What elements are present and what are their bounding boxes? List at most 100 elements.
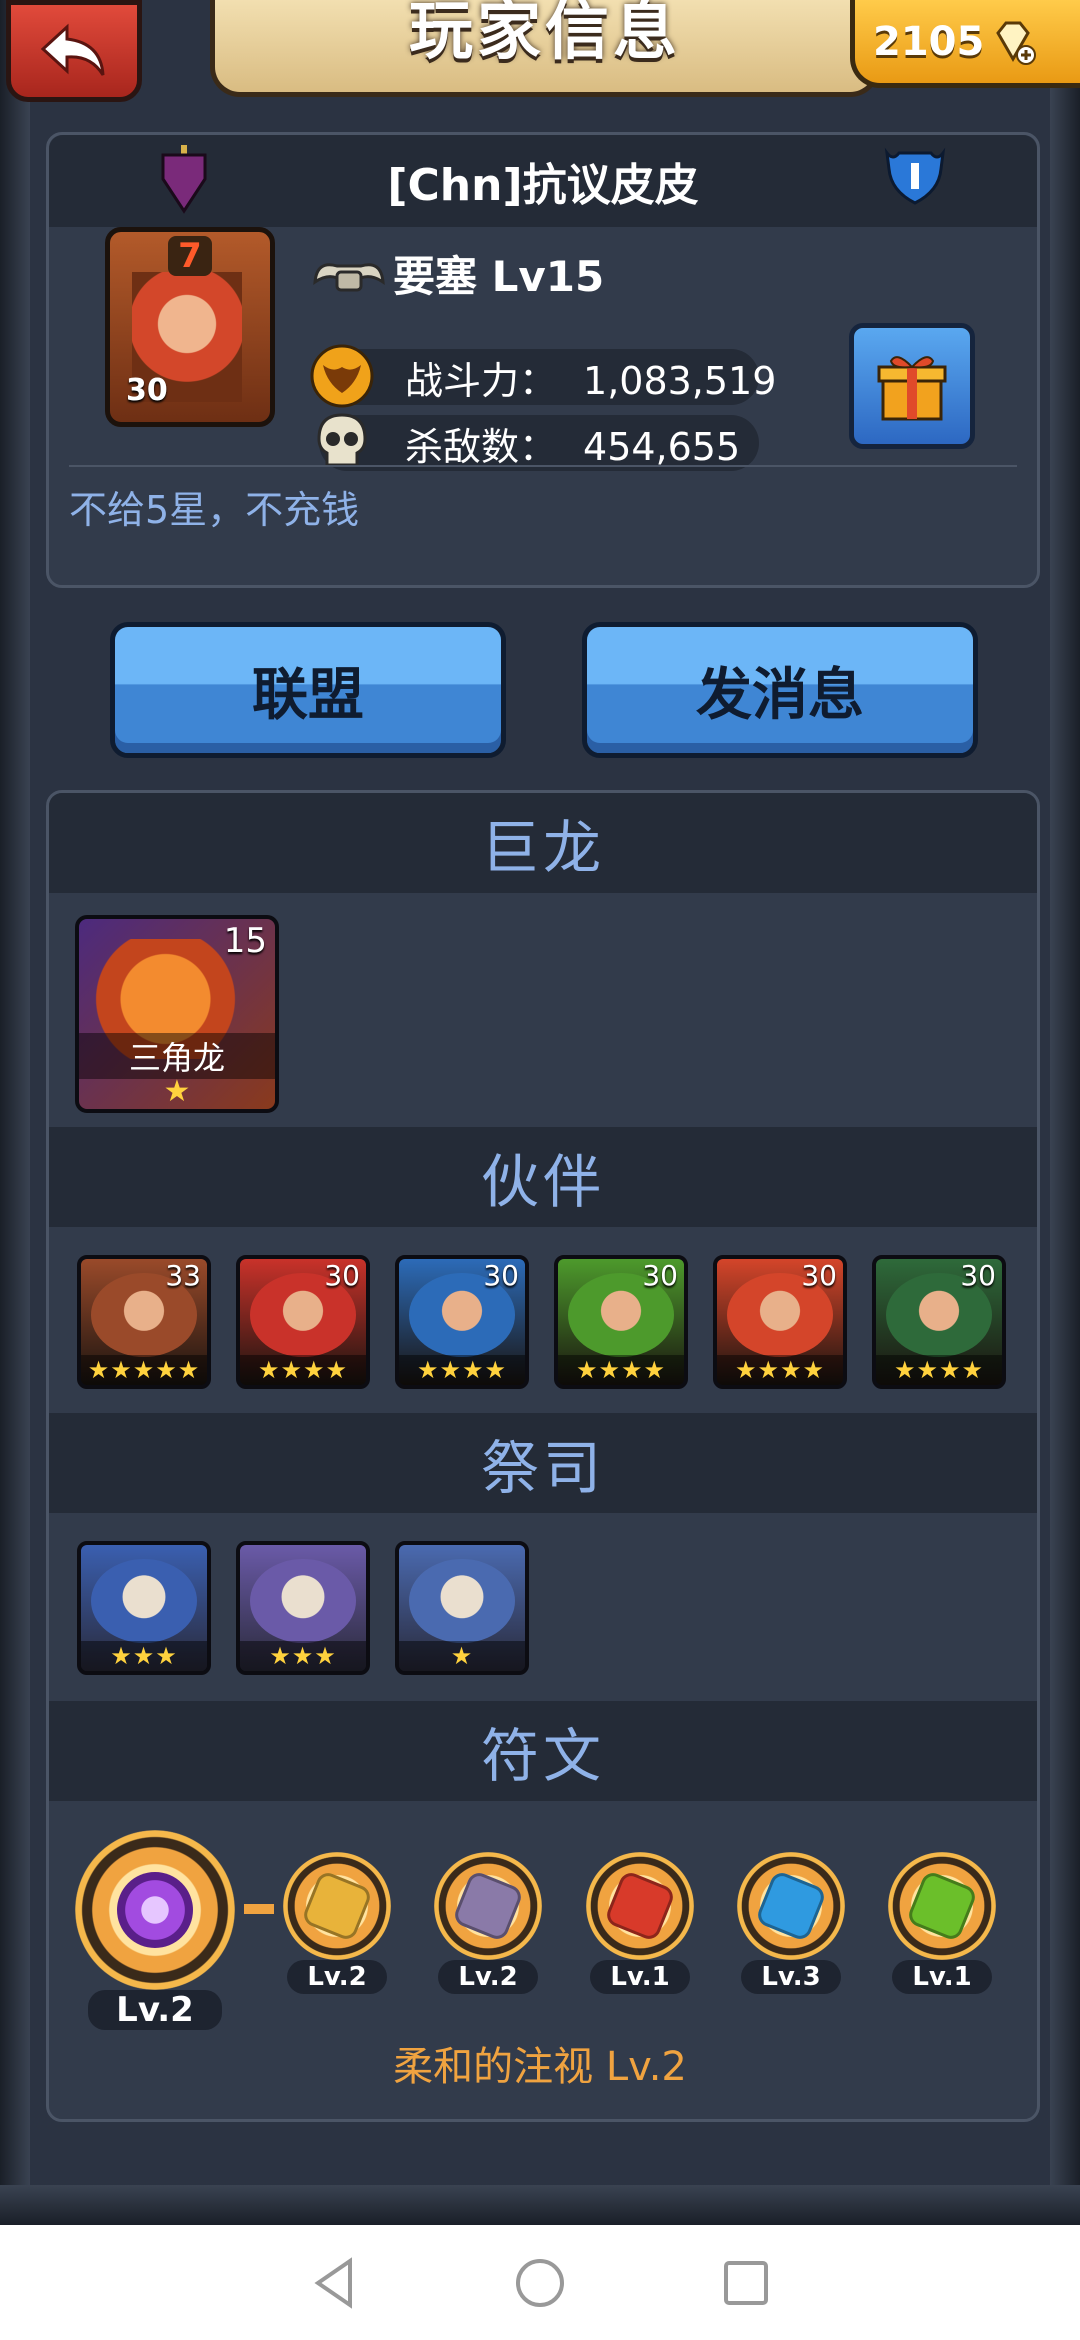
rune-gem <box>586 1852 694 1960</box>
back-button[interactable] <box>6 0 142 102</box>
stone-frame-right <box>1050 0 1080 2225</box>
nav-recents-icon[interactable] <box>718 2255 774 2311</box>
pennant-icon <box>161 145 207 214</box>
rune-level: Lv.1 <box>590 1960 690 1994</box>
player-avatar[interactable]: 7 30 <box>105 227 275 427</box>
power-stat: 战斗力： 1,083,519 <box>310 344 776 408</box>
rune-slot[interactable]: Lv.2 <box>428 1852 548 1994</box>
priest-portrait <box>250 1559 356 1643</box>
dragon-level: 15 <box>223 921 267 961</box>
priest-card[interactable]: ★ <box>395 1541 529 1675</box>
partner-card[interactable]: 33 ★★★★★ <box>77 1255 211 1389</box>
partner-card[interactable]: 30 ★★★★ <box>236 1255 370 1389</box>
partner-stars: ★★★★ <box>240 1355 366 1385</box>
rune-slot[interactable]: Lv.3 <box>731 1852 851 1994</box>
partner-level: 30 <box>324 1259 360 1292</box>
back-arrow-icon <box>40 23 105 76</box>
dragon-section-header: 巨龙 <box>49 793 1037 893</box>
rune-main-level: Lv.2 <box>88 1990 222 2030</box>
partner-stars: ★★★★ <box>717 1355 843 1385</box>
send-message-button-label: 发消息 <box>696 662 864 728</box>
rune-gem <box>434 1852 542 1960</box>
android-nav-bar <box>0 2225 1080 2340</box>
dragon-name: 三角龙 <box>79 1033 275 1079</box>
rune-gem <box>283 1852 391 1960</box>
kills-stat: 杀敌数： 454,655 <box>317 413 759 471</box>
player-motto: 不给5星，不充钱 <box>69 488 360 532</box>
nav-home-icon[interactable] <box>512 2255 568 2311</box>
dragon-stars: ★ <box>163 1074 191 1109</box>
rune-level: Lv.1 <box>892 1960 992 1994</box>
priests-section-title: 祭司 <box>480 1434 605 1502</box>
dragon-card[interactable]: 15 三角龙 ★ <box>75 915 279 1113</box>
power-value: 1,083,519 <box>583 358 777 403</box>
partner-level: 30 <box>801 1259 837 1292</box>
dragon-section-title: 巨龙 <box>480 814 605 882</box>
rune-link-bar <box>244 1904 274 1914</box>
partner-card[interactable]: 30 ★★★★ <box>395 1255 529 1389</box>
stone-frame-left <box>0 0 30 2225</box>
partner-level: 33 <box>165 1259 201 1292</box>
rune-icon <box>451 1869 525 1943</box>
priest-stars: ★ <box>399 1641 525 1671</box>
partner-stars: ★★★★★ <box>81 1355 207 1385</box>
partner-level: 30 <box>642 1259 678 1292</box>
rune-slot[interactable]: Lv.1 <box>882 1852 1002 1994</box>
rune-icon <box>603 1869 677 1943</box>
priest-portrait <box>409 1559 515 1643</box>
rune-slot[interactable]: Lv.2 <box>277 1852 397 1994</box>
send-message-button[interactable]: 发消息 <box>582 622 978 758</box>
rune-icon <box>905 1869 979 1943</box>
rune-level: Lv.2 <box>287 1960 387 1994</box>
gift-button[interactable] <box>849 323 975 449</box>
avatar-level: 30 <box>126 373 168 408</box>
rune-description: 柔和的注视 Lv.2 <box>393 2044 687 2090</box>
card-divider <box>69 465 1017 467</box>
fortress-level: 要塞 Lv15 <box>393 252 605 301</box>
partner-card[interactable]: 30 ★★★★ <box>713 1255 847 1389</box>
priest-portrait <box>91 1559 197 1643</box>
partners-section-header: 伙伴 <box>49 1127 1037 1227</box>
diamond-icon <box>996 21 1037 65</box>
fortress-horn-icon <box>313 262 385 291</box>
gem-count: 2105 <box>873 18 985 65</box>
profile-card: [Chn]抗议皮皮 7 30 要塞 Lv15 战斗力： 1,083,519 杀敌数… <box>46 132 1040 588</box>
rune-slot[interactable]: Lv.1 <box>580 1852 700 1994</box>
rune-main-gem <box>75 1830 235 1990</box>
runes-section-header: 符文 <box>49 1701 1037 1801</box>
rune-icon <box>754 1869 828 1943</box>
priest-stars: ★★★ <box>240 1641 366 1671</box>
phoenix-icon <box>310 344 374 408</box>
partner-card[interactable]: 30 ★★★★ <box>872 1255 1006 1389</box>
rune-gem <box>888 1852 996 1960</box>
rune-level: Lv.2 <box>438 1960 538 1994</box>
rune-gem <box>737 1852 845 1960</box>
rune-icon <box>300 1869 374 1943</box>
alliance-button-label: 联盟 <box>252 662 364 728</box>
nav-back-icon[interactable] <box>306 2255 362 2311</box>
alliance-button[interactable]: 联盟 <box>110 622 506 758</box>
stone-frame-bottom <box>0 2185 1080 2225</box>
avatar-rank-badge: 7 <box>168 236 212 276</box>
shield-icon <box>884 147 946 205</box>
power-label: 战斗力： <box>405 358 558 403</box>
partner-level: 30 <box>483 1259 519 1292</box>
partner-card[interactable]: 30 ★★★★ <box>554 1255 688 1389</box>
partner-stars: ★★★★ <box>876 1355 1002 1385</box>
gift-icon <box>877 356 947 421</box>
priest-stars: ★★★ <box>81 1641 207 1671</box>
partner-stars: ★★★★ <box>558 1355 684 1385</box>
gem-counter[interactable]: 2105 <box>850 0 1080 88</box>
kills-label: 杀敌数： <box>405 424 558 469</box>
priest-card[interactable]: ★★★ <box>77 1541 211 1675</box>
title-banner: 玩家信息 <box>210 0 880 97</box>
rune-main[interactable]: Lv.2 <box>70 1830 240 2030</box>
partners-section-title: 伙伴 <box>480 1148 605 1216</box>
name-bar: [Chn]抗议皮皮 <box>49 135 1037 227</box>
rune-level: Lv.3 <box>741 1960 841 1994</box>
priests-section-header: 祭司 <box>49 1413 1037 1513</box>
player-name: [Chn]抗议皮皮 <box>387 160 699 211</box>
fortress-row: 要塞 Lv15 <box>311 243 604 304</box>
runes-section-title: 符文 <box>480 1722 605 1790</box>
priest-card[interactable]: ★★★ <box>236 1541 370 1675</box>
